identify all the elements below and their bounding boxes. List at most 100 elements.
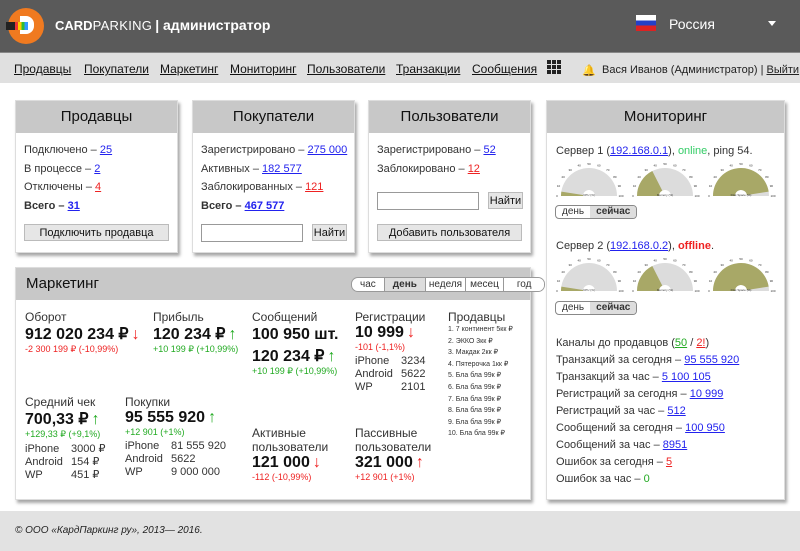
stat-value[interactable]: 5 (666, 456, 672, 468)
buyers-search-button[interactable]: Найти (312, 224, 347, 241)
stat-value[interactable]: 5 100 105 (662, 371, 711, 383)
connect-seller-button[interactable]: Подключить продавца (24, 224, 169, 241)
gauge-disk: 0 10 20 30 40 50 60 7080 90 100 Disk Space (%) (708, 258, 776, 293)
avg-check-table: iPhone 3000 ₽ Android 154 ₽ WP 451 ₽ (25, 443, 106, 482)
bell-icon[interactable]: 🔔 (582, 64, 596, 77)
nav-users[interactable]: Пользователи (307, 62, 385, 76)
gauge-tick: 40 (729, 259, 733, 263)
stat-value[interactable]: 512 (667, 405, 685, 417)
sellers-total-link[interactable]: 31 (68, 200, 80, 212)
registrations-table: iPhone 3234 Android 5622 WP 2101 (355, 355, 425, 394)
gauge-tick: 50 (663, 163, 667, 166)
period-week[interactable]: неделя (425, 278, 467, 291)
brand-role: | администратор (155, 17, 271, 33)
profit-label: Прибыль (153, 310, 204, 324)
nav-sellers[interactable]: Продавцы (14, 62, 71, 76)
stat-value[interactable]: 8951 (663, 439, 687, 451)
users-registered-link[interactable]: 52 (483, 144, 495, 156)
nav-messages[interactable]: Сообщения (472, 62, 537, 76)
sellers-panel: Продавцы Подключено – 25 В процессе – 2 … (15, 100, 178, 253)
gauge-label: Disk Space (%) (731, 288, 752, 292)
value: 154 ₽ (71, 456, 100, 468)
server-1-status: Сервер 1 (192.168.0.1), online, ping 54. (556, 145, 753, 157)
stat-label: Транзакций за час – (556, 371, 659, 383)
stat-value[interactable]: 10 999 (690, 388, 724, 400)
gauge-tick: 80 (613, 175, 617, 179)
channels-bad-link[interactable]: 2! (696, 337, 705, 349)
gauge-tick: 80 (765, 175, 769, 179)
stat-label: Ошибок за сегодня – (556, 456, 663, 468)
period-year[interactable]: год (503, 278, 545, 291)
toggle-day[interactable]: день (556, 206, 590, 218)
registrations-value: 10 999 (355, 324, 404, 341)
toggle-day[interactable]: день (556, 302, 590, 314)
gauge-memory: 0 10 20 30 40 50 60 7080 90 100 Memory (%) (632, 163, 700, 198)
gauge-tick: 90 (694, 279, 698, 283)
gauge-tick: 40 (577, 259, 581, 263)
toggle-now[interactable]: сейчас (590, 206, 637, 218)
gauge-fill (713, 167, 769, 196)
gauge-cpu: 0 10 20 30 40 50 60 7080 90 100 CPU (%) (556, 258, 624, 293)
stat-label: Ошибок за час – (556, 473, 641, 485)
server-2-toggle: день сейчас (555, 301, 638, 315)
stat-value[interactable]: 95 555 920 (684, 354, 739, 366)
toggle-now[interactable]: сейчас (590, 302, 637, 314)
gauge-tick: 30 (569, 263, 573, 267)
buyers-registered-link[interactable]: 275 000 (307, 144, 347, 156)
sellers-disconnected-link[interactable]: 4 (95, 181, 101, 193)
server-1-ip-link[interactable]: 192.168.0.1 (610, 145, 668, 157)
add-user-button[interactable]: Добавить пользователя (377, 224, 522, 241)
gauge-disk: 0 10 20 30 40 50 60 7080 90 100 Disk Space (%) (708, 163, 776, 198)
gauge-tick: 60 (597, 164, 601, 168)
users-blocked-link[interactable]: 12 (468, 163, 480, 175)
gauge-tick: 90 (770, 184, 774, 188)
period-day[interactable]: день (384, 278, 426, 291)
chevron-down-icon[interactable] (768, 21, 776, 26)
top-seller-item: 10. Бла бла 99к ₽ (448, 430, 505, 438)
stat-label: Сообщений за час – (556, 439, 660, 451)
logo[interactable] (6, 8, 44, 44)
gauge-tick: 30 (645, 263, 649, 267)
server-2-ip-link[interactable]: 192.168.0.2 (610, 240, 668, 252)
gauge-tick: 0 (632, 289, 634, 293)
user-name[interactable]: Вася Иванов (Администратор) (602, 64, 758, 76)
buyers-total-link[interactable]: 467 577 (245, 200, 285, 212)
sellers-title: Продавцы (16, 101, 177, 133)
nav-transactions[interactable]: Транзакции (396, 62, 460, 76)
country-selector[interactable]: Россия (669, 16, 715, 32)
period-month[interactable]: месец (466, 278, 504, 291)
gauge-tick: 80 (689, 175, 693, 179)
nav-marketing[interactable]: Маркетинг (160, 62, 218, 76)
profit-value: 120 234 ₽ (153, 326, 226, 343)
users-search-button[interactable]: Найти (488, 192, 523, 209)
nav-monitoring[interactable]: Мониторинг (230, 62, 297, 76)
russia-flag-icon[interactable] (636, 15, 656, 31)
sellers-inprogress-link[interactable]: 2 (94, 163, 100, 175)
buyers-search-input[interactable] (201, 224, 303, 242)
marketing-panel: Маркетинг час день неделя месец год Обор… (15, 267, 546, 500)
gauge-tick: 80 (689, 270, 693, 274)
platform: iPhone (125, 440, 160, 452)
main-nav: Продавцы Покупатели Маркетинг Мониторинг… (0, 52, 800, 83)
channels-ok-link[interactable]: 50 (675, 337, 687, 349)
sellers-connected-link[interactable]: 25 (100, 144, 112, 156)
stat-value[interactable]: 100 950 (685, 422, 725, 434)
monitoring-panel: Мониторинг Сервер 1 (192.168.0.1), onlin… (546, 100, 785, 500)
buyers-blocked-link[interactable]: 121 (305, 181, 323, 193)
top-seller-item: 4. Пятерочка 1кк ₽ (448, 360, 509, 368)
header: CARDPARKING | администратор Россия (0, 0, 800, 52)
logout-link[interactable]: Выйти (766, 64, 799, 76)
users-blocked: Заблокировано – 12 (377, 163, 480, 175)
apps-grid-icon[interactable] (547, 60, 561, 74)
value: 3000 ₽ (71, 443, 106, 455)
platform: WP (125, 466, 143, 478)
purchases-metric: Покупки 95 555 920 ↑ +12 901 (+1%) iPhon… (125, 395, 226, 479)
label: Всего – (201, 200, 242, 212)
label: / (687, 337, 697, 349)
gauge-tick: 90 (770, 279, 774, 283)
gauge-tick: 100 (618, 194, 623, 198)
nav-buyers[interactable]: Покупатели (84, 62, 149, 76)
buyers-active-link[interactable]: 182 577 (262, 163, 302, 175)
period-hour[interactable]: час (352, 278, 385, 291)
users-search-input[interactable] (377, 192, 479, 210)
